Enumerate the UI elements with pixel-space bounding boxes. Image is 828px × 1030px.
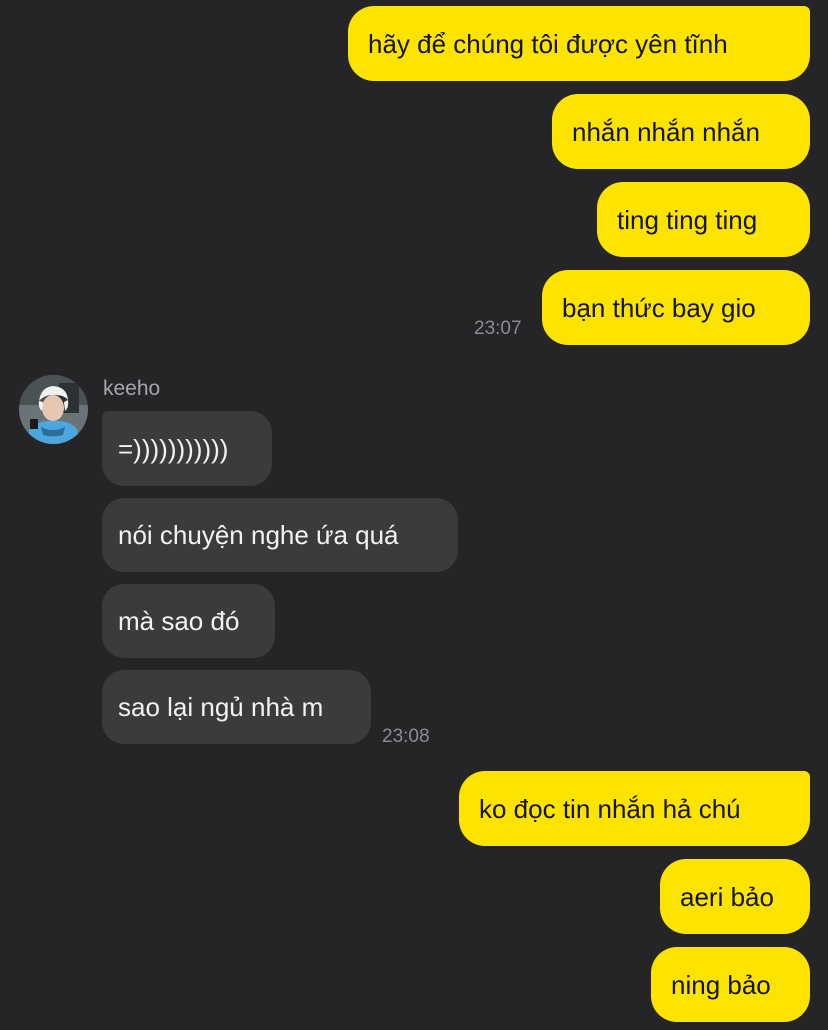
message-text: sao lại ngủ nhà m bbox=[118, 692, 324, 722]
message-text: ting ting ting bbox=[617, 204, 758, 235]
message-text: mà sao đó bbox=[118, 606, 240, 636]
message-timestamp: 23:07 bbox=[474, 318, 522, 339]
outgoing-message[interactable]: bạn thức bay gio bbox=[542, 270, 810, 345]
message-text: =))))))))))) bbox=[118, 433, 229, 464]
outgoing-message[interactable]: ko đọc tin nhắn hả chú bbox=[459, 771, 810, 846]
message-text: nhắn nhắn nhắn bbox=[572, 116, 760, 147]
outgoing-message[interactable]: ning bảo bbox=[651, 947, 810, 1022]
outgoing-message[interactable]: nhắn nhắn nhắn bbox=[552, 94, 810, 169]
incoming-message[interactable]: =))))))))))) bbox=[102, 411, 272, 486]
message-text: hãy để chúng tôi được yên tĩnh bbox=[368, 28, 728, 59]
incoming-message[interactable]: nói chuyện nghe ứa quá bbox=[102, 498, 458, 572]
incoming-message[interactable]: sao lại ngủ nhà m bbox=[102, 670, 371, 744]
message-text: ko đọc tin nhắn hả chú bbox=[479, 793, 741, 824]
message-text: bạn thức bay gio bbox=[562, 292, 756, 323]
contact-avatar[interactable] bbox=[19, 375, 88, 444]
message-text: aeri bảo bbox=[680, 881, 774, 912]
message-timestamp: 23:08 bbox=[382, 726, 430, 747]
incoming-message[interactable]: mà sao đó bbox=[102, 584, 275, 658]
sender-name: keeho bbox=[103, 377, 161, 400]
message-text: ning bảo bbox=[671, 969, 771, 1000]
outgoing-message[interactable]: aeri bảo bbox=[660, 859, 810, 934]
profile-photo-avatar-icon bbox=[19, 375, 88, 444]
outgoing-message[interactable]: ting ting ting bbox=[597, 182, 810, 257]
outgoing-message[interactable]: hãy để chúng tôi được yên tĩnh bbox=[348, 6, 810, 81]
message-text: nói chuyện nghe ứa quá bbox=[118, 520, 399, 550]
